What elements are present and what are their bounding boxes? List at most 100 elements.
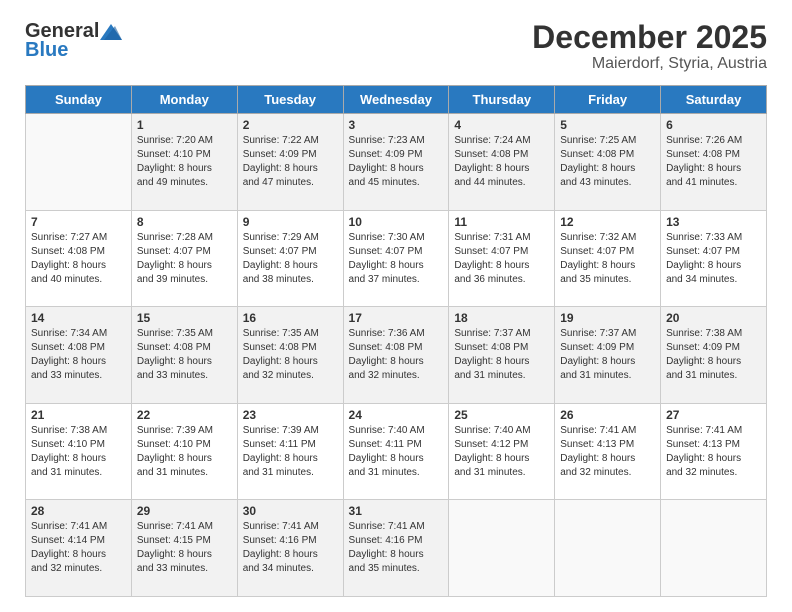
logo-blue: Blue — [25, 39, 68, 62]
header-tuesday: Tuesday — [237, 86, 343, 114]
calendar-cell: 31 Sunrise: 7:41 AM Sunset: 4:16 PM Dayli… — [343, 500, 449, 597]
weekday-header-row: Sunday Monday Tuesday Wednesday Thursday… — [26, 86, 767, 114]
calendar-cell: 20Sunrise: 7:38 AM Sunset: 4:09 PM Dayli… — [661, 307, 767, 404]
day-number: 29 — [137, 504, 232, 518]
calendar-cell — [661, 500, 767, 597]
calendar-cell — [449, 500, 555, 597]
day-number: 1 — [137, 118, 232, 132]
calendar-cell: 3 Sunrise: 7:23 AM Sunset: 4:09 PM Daylig… — [343, 114, 449, 211]
calendar-week-row: 1 Sunrise: 7:20 AM Sunset: 4:10 PM Daylig… — [26, 114, 767, 211]
day-number: 12 — [560, 215, 655, 229]
calendar-cell: 17 Sunrise: 7:36 AM Sunset: 4:08 PM Dayli… — [343, 307, 449, 404]
day-number: 7 — [31, 215, 126, 229]
day-number: 2 — [243, 118, 338, 132]
day-info: Sunrise: 7:41 AM Sunset: 4:16 PM Dayligh… — [243, 520, 338, 576]
header-monday: Monday — [131, 86, 237, 114]
day-info: Sunrise: 7:40 AM Sunset: 4:12 PM Dayligh… — [454, 424, 549, 480]
logo: General Blue — [25, 20, 123, 62]
day-info: Sunrise: 7:25 AM Sunset: 4:08 PM Dayligh… — [560, 134, 655, 190]
day-number: 30 — [243, 504, 338, 518]
day-number: 24 — [349, 408, 444, 422]
calendar-week-row: 21Sunrise: 7:38 AM Sunset: 4:10 PM Dayli… — [26, 403, 767, 500]
day-number: 26 — [560, 408, 655, 422]
day-info: Sunrise: 7:24 AM Sunset: 4:08 PM Dayligh… — [454, 134, 549, 190]
day-number: 9 — [243, 215, 338, 229]
day-info: Sunrise: 7:22 AM Sunset: 4:09 PM Dayligh… — [243, 134, 338, 190]
calendar-cell: 6 Sunrise: 7:26 AM Sunset: 4:08 PM Daylig… — [661, 114, 767, 211]
calendar-cell: 16 Sunrise: 7:35 AM Sunset: 4:08 PM Dayli… — [237, 307, 343, 404]
calendar-cell: 13Sunrise: 7:33 AM Sunset: 4:07 PM Dayli… — [661, 210, 767, 307]
calendar-cell: 10 Sunrise: 7:30 AM Sunset: 4:07 PM Dayli… — [343, 210, 449, 307]
calendar-cell — [26, 114, 132, 211]
day-number: 22 — [137, 408, 232, 422]
header-friday: Friday — [555, 86, 661, 114]
day-info: Sunrise: 7:41 AM Sunset: 4:16 PM Dayligh… — [349, 520, 444, 576]
day-number: 17 — [349, 311, 444, 325]
calendar-cell: 24 Sunrise: 7:40 AM Sunset: 4:11 PM Dayli… — [343, 403, 449, 500]
day-info: Sunrise: 7:27 AM Sunset: 4:08 PM Dayligh… — [31, 231, 126, 287]
day-info: Sunrise: 7:35 AM Sunset: 4:08 PM Dayligh… — [137, 327, 232, 383]
calendar-cell: 11 Sunrise: 7:31 AM Sunset: 4:07 PM Dayli… — [449, 210, 555, 307]
location: Maierdorf, Styria, Austria — [532, 55, 767, 73]
day-number: 21 — [31, 408, 126, 422]
calendar-cell: 25 Sunrise: 7:40 AM Sunset: 4:12 PM Dayli… — [449, 403, 555, 500]
day-number: 27 — [666, 408, 761, 422]
day-number: 28 — [31, 504, 126, 518]
header-wednesday: Wednesday — [343, 86, 449, 114]
day-info: Sunrise: 7:20 AM Sunset: 4:10 PM Dayligh… — [137, 134, 232, 190]
header-sunday: Sunday — [26, 86, 132, 114]
calendar-cell: 8 Sunrise: 7:28 AM Sunset: 4:07 PM Daylig… — [131, 210, 237, 307]
day-info: Sunrise: 7:41 AM Sunset: 4:15 PM Dayligh… — [137, 520, 232, 576]
calendar-cell: 27Sunrise: 7:41 AM Sunset: 4:13 PM Dayli… — [661, 403, 767, 500]
title-section: December 2025 Maierdorf, Styria, Austria — [532, 20, 767, 73]
day-info: Sunrise: 7:32 AM Sunset: 4:07 PM Dayligh… — [560, 231, 655, 287]
day-info: Sunrise: 7:33 AM Sunset: 4:07 PM Dayligh… — [666, 231, 761, 287]
header-saturday: Saturday — [661, 86, 767, 114]
calendar-cell: 9 Sunrise: 7:29 AM Sunset: 4:07 PM Daylig… — [237, 210, 343, 307]
calendar-cell: 23Sunrise: 7:39 AM Sunset: 4:11 PM Dayli… — [237, 403, 343, 500]
day-info: Sunrise: 7:31 AM Sunset: 4:07 PM Dayligh… — [454, 231, 549, 287]
day-number: 14 — [31, 311, 126, 325]
calendar-cell: 21Sunrise: 7:38 AM Sunset: 4:10 PM Dayli… — [26, 403, 132, 500]
day-number: 10 — [349, 215, 444, 229]
day-info: Sunrise: 7:26 AM Sunset: 4:08 PM Dayligh… — [666, 134, 761, 190]
day-info: Sunrise: 7:28 AM Sunset: 4:07 PM Dayligh… — [137, 231, 232, 287]
day-info: Sunrise: 7:41 AM Sunset: 4:14 PM Dayligh… — [31, 520, 126, 576]
day-info: Sunrise: 7:36 AM Sunset: 4:08 PM Dayligh… — [349, 327, 444, 383]
day-number: 6 — [666, 118, 761, 132]
calendar-cell — [555, 500, 661, 597]
day-number: 4 — [454, 118, 549, 132]
day-info: Sunrise: 7:37 AM Sunset: 4:09 PM Dayligh… — [560, 327, 655, 383]
day-number: 3 — [349, 118, 444, 132]
day-info: Sunrise: 7:41 AM Sunset: 4:13 PM Dayligh… — [560, 424, 655, 480]
day-number: 16 — [243, 311, 338, 325]
day-info: Sunrise: 7:37 AM Sunset: 4:08 PM Dayligh… — [454, 327, 549, 383]
calendar-cell: 30 Sunrise: 7:41 AM Sunset: 4:16 PM Dayli… — [237, 500, 343, 597]
calendar-cell: 7 Sunrise: 7:27 AM Sunset: 4:08 PM Daylig… — [26, 210, 132, 307]
calendar-cell: 15 Sunrise: 7:35 AM Sunset: 4:08 PM Dayli… — [131, 307, 237, 404]
day-number: 31 — [349, 504, 444, 518]
calendar-week-row: 28 Sunrise: 7:41 AM Sunset: 4:14 PM Dayli… — [26, 500, 767, 597]
day-number: 5 — [560, 118, 655, 132]
day-number: 20 — [666, 311, 761, 325]
day-info: Sunrise: 7:30 AM Sunset: 4:07 PM Dayligh… — [349, 231, 444, 287]
day-number: 18 — [454, 311, 549, 325]
calendar-cell: 12 Sunrise: 7:32 AM Sunset: 4:07 PM Dayli… — [555, 210, 661, 307]
day-info: Sunrise: 7:40 AM Sunset: 4:11 PM Dayligh… — [349, 424, 444, 480]
day-info: Sunrise: 7:35 AM Sunset: 4:08 PM Dayligh… — [243, 327, 338, 383]
calendar-cell: 18 Sunrise: 7:37 AM Sunset: 4:08 PM Dayli… — [449, 307, 555, 404]
calendar-cell: 22 Sunrise: 7:39 AM Sunset: 4:10 PM Dayli… — [131, 403, 237, 500]
calendar-cell: 28 Sunrise: 7:41 AM Sunset: 4:14 PM Dayli… — [26, 500, 132, 597]
calendar-cell: 19Sunrise: 7:37 AM Sunset: 4:09 PM Dayli… — [555, 307, 661, 404]
day-number: 23 — [243, 408, 338, 422]
day-number: 25 — [454, 408, 549, 422]
calendar-cell: 5 Sunrise: 7:25 AM Sunset: 4:08 PM Daylig… — [555, 114, 661, 211]
day-info: Sunrise: 7:39 AM Sunset: 4:10 PM Dayligh… — [137, 424, 232, 480]
day-number: 11 — [454, 215, 549, 229]
calendar-cell: 26 Sunrise: 7:41 AM Sunset: 4:13 PM Dayli… — [555, 403, 661, 500]
day-info: Sunrise: 7:23 AM Sunset: 4:09 PM Dayligh… — [349, 134, 444, 190]
day-number: 15 — [137, 311, 232, 325]
day-number: 8 — [137, 215, 232, 229]
header-thursday: Thursday — [449, 86, 555, 114]
day-info: Sunrise: 7:29 AM Sunset: 4:07 PM Dayligh… — [243, 231, 338, 287]
